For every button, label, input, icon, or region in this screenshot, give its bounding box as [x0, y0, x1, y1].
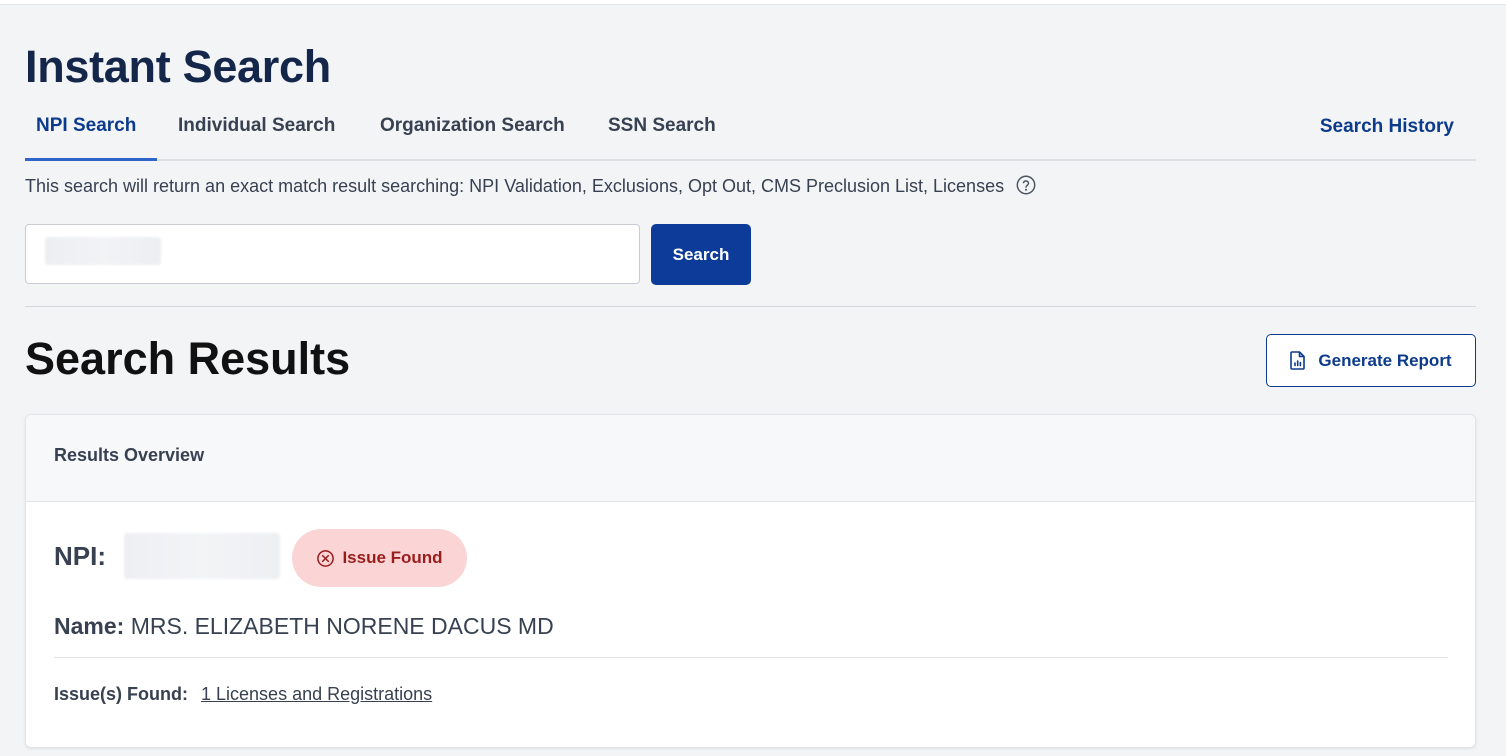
npi-label: NPI: [54, 541, 106, 571]
issues-found-label: Issue(s) Found: [54, 684, 188, 704]
section-divider [25, 306, 1476, 307]
active-tab-indicator [25, 158, 157, 161]
provider-name: MRS. ELIZABETH NORENE DACUS MD [130, 613, 554, 639]
document-chart-icon [1290, 351, 1306, 370]
issue-found-label: Issue Found [342, 548, 443, 567]
page-title: Instant Search [25, 41, 331, 92]
licenses-registrations-link[interactable]: 1 Licenses and Registrations [201, 684, 432, 704]
question-circle-icon[interactable] [1015, 174, 1037, 196]
issues-found-row: Issue(s) Found: 1 Licenses and Registrat… [54, 681, 432, 707]
tab-organization-search[interactable]: Organization Search [380, 104, 565, 159]
generate-report-label: Generate Report [1318, 350, 1452, 370]
top-border [0, 0, 1506, 5]
tab-individual-search[interactable]: Individual Search [178, 104, 335, 159]
search-description-text: This search will return an exact match r… [25, 176, 1005, 196]
results-card-header: Results Overview [26, 415, 1475, 502]
results-title: Search Results [25, 333, 351, 384]
tab-npi-search[interactable]: NPI Search [36, 104, 136, 159]
redacted-npi-value [124, 533, 280, 579]
x-circle-icon [317, 549, 335, 567]
card-divider [54, 657, 1448, 658]
search-description: This search will return an exact match r… [25, 172, 1037, 200]
results-overview-title: Results Overview [54, 445, 205, 465]
tab-ssn-search[interactable]: SSN Search [608, 104, 716, 159]
generate-report-button[interactable]: Generate Report [1266, 334, 1476, 387]
search-tabs: NPI Search Individual Search Organizatio… [25, 104, 1476, 161]
results-card: Results Overview NPI: Issue Found Name: … [25, 414, 1476, 748]
search-history-link[interactable]: Search History [1320, 104, 1454, 150]
redacted-input-value [45, 237, 161, 265]
search-button[interactable]: Search [651, 224, 751, 285]
name-label: Name: [54, 613, 125, 639]
provider-name-row: Name: MRS. ELIZABETH NORENE DACUS MD [54, 611, 554, 641]
issue-found-badge: Issue Found [292, 529, 467, 587]
